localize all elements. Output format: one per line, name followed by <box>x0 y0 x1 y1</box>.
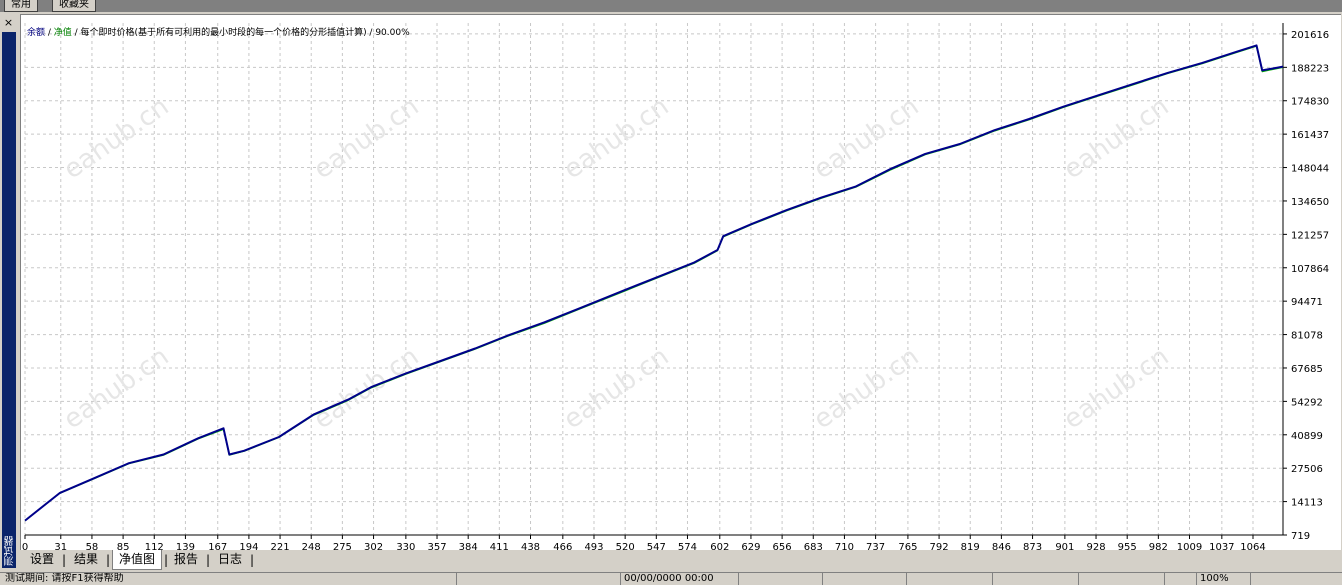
y-tick-label: 27506 <box>1291 464 1323 475</box>
tab-report[interactable]: 报告 <box>168 550 204 568</box>
close-icon[interactable]: × <box>2 16 15 29</box>
status-cell: 00/00/0000 00:00 <box>620 573 714 585</box>
y-tick-label: 719 <box>1291 531 1310 542</box>
chart-header-segment: 净值 <box>54 26 72 38</box>
y-tick-label: 188223 <box>1291 63 1329 74</box>
chart-header-segment: / <box>45 28 54 38</box>
status-bar: 测试期间: 请按F1获得帮助 00/00/0000 00:00 100% <box>0 572 1342 585</box>
y-tick-label: 54292 <box>1291 397 1323 408</box>
status-cell <box>456 573 460 585</box>
status-cell <box>822 573 826 585</box>
y-tick-label: 148044 <box>1291 164 1329 175</box>
chart-header-segment: 余额 <box>27 26 45 38</box>
status-cell <box>1078 573 1082 585</box>
sidebar-title-bar: 测试器 <box>2 32 16 568</box>
status-cell <box>992 573 996 585</box>
y-tick-label: 81078 <box>1291 331 1323 342</box>
sidebar-title: 测试器 <box>5 536 16 566</box>
top-tab-common[interactable]: 常用 <box>4 0 38 12</box>
tab-equity-chart[interactable]: 净值图 <box>112 550 163 570</box>
y-tick-label: 174830 <box>1291 97 1329 108</box>
y-tick-label: 107864 <box>1291 264 1329 275</box>
status-cell <box>906 573 910 585</box>
status-cell <box>738 573 742 585</box>
watermark-text: eahub.cn <box>1058 92 1174 186</box>
top-tab-favorites[interactable]: 收藏夹 <box>52 0 96 12</box>
y-tick-label: 201616 <box>1291 30 1329 41</box>
watermark-text: eahub.cn <box>58 342 174 436</box>
chart-header-segment: / 每个即时价格(基于所有可利用的最小时段的每一个价格的分形插值计算) / 90… <box>72 26 410 38</box>
watermark-text: eahub.cn <box>308 92 424 186</box>
tester-sidebar: × 测试器 <box>0 14 18 570</box>
chart-canvas: 0 31 58 85 112 139 167 194 221 248 275 302 330 357 384… <box>22 23 1329 551</box>
status-cell <box>1250 573 1254 585</box>
tab-separator: | <box>106 553 111 567</box>
watermark-text: eahub.cn <box>58 92 174 186</box>
watermark-text: eahub.cn <box>808 92 924 186</box>
tab-settings[interactable]: 设置 <box>24 550 60 568</box>
tester-tab-bar: 设置 | 结果 | 净值图 | 报告 | 日志 | <box>20 550 1342 570</box>
y-tick-label: 121257 <box>1291 230 1329 241</box>
status-cell: 测试期间: 请按F1获得帮助 <box>5 573 124 584</box>
y-tick-label: 94471 <box>1291 297 1323 308</box>
top-strip: 常用 收藏夹 <box>0 0 1342 12</box>
watermark-text: eahub.cn <box>808 342 924 436</box>
y-tick-label: 67685 <box>1291 364 1323 375</box>
equity-chart: 0 31 58 85 112 139 167 194 221 248 275 302 330 357 384… <box>20 14 1341 551</box>
status-cell <box>1164 573 1168 585</box>
watermark-text: eahub.cn <box>558 92 674 186</box>
y-tick-label: 40899 <box>1291 431 1323 442</box>
tab-journal[interactable]: 日志 <box>212 550 248 568</box>
y-tick-label: 161437 <box>1291 130 1329 141</box>
tab-results[interactable]: 结果 <box>68 550 104 568</box>
chart-header: 余额 / 净值 / 每个即时价格(基于所有可利用的最小时段的每一个价格的分形插值… <box>27 26 410 38</box>
status-cell: 100% <box>1196 573 1229 585</box>
tab-separator: | <box>250 553 255 567</box>
y-tick-label: 134650 <box>1291 197 1329 208</box>
watermark-text: eahub.cn <box>308 342 424 436</box>
tab-separator: | <box>62 553 67 567</box>
watermark-text: eahub.cn <box>558 342 674 436</box>
watermark-text: eahub.cn <box>1058 342 1174 436</box>
y-tick-label: 14113 <box>1291 498 1323 509</box>
tab-separator: | <box>206 553 211 567</box>
